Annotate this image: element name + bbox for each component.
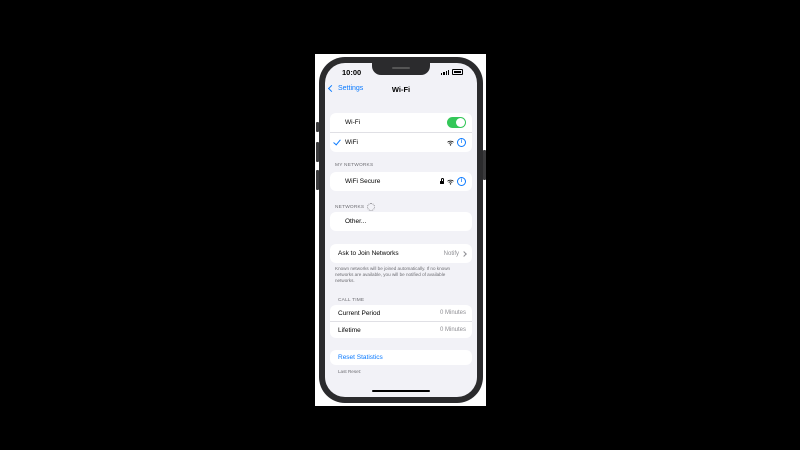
lifetime-label: Lifetime <box>338 326 361 334</box>
call-time-header: CALL TIME <box>338 298 364 303</box>
ask-to-join-label: Ask to Join Networks <box>338 250 399 257</box>
networks-header: NETWORKS <box>335 203 376 211</box>
ask-to-join-row[interactable]: Ask to Join Networks Notify <box>330 244 472 263</box>
lock-icon <box>440 178 445 184</box>
reset-group: Reset Statistics <box>330 350 472 365</box>
other-network-label: Other... <box>345 218 367 225</box>
loading-spinner-icon <box>367 203 376 211</box>
notch <box>372 63 430 75</box>
call-time-header-text: CALL TIME <box>338 298 365 303</box>
networks-header-text: NETWORKS <box>335 204 365 210</box>
power-button <box>483 150 486 180</box>
current-period-value: 0 Minutes <box>439 310 466 316</box>
battery-icon <box>452 69 463 75</box>
lifetime-value: 0 Minutes <box>439 327 466 333</box>
silent-switch <box>316 122 319 132</box>
speaker <box>392 67 410 69</box>
wifi-toggle-row: Wi-Fi <box>330 113 472 132</box>
info-icon[interactable]: i <box>457 177 466 186</box>
volume-up-button <box>316 142 319 162</box>
home-indicator[interactable] <box>372 390 430 392</box>
current-period-label: Current Period <box>338 309 381 317</box>
last-reset-label: Last Reset: <box>338 369 362 374</box>
ask-to-join-group: Ask to Join Networks Notify <box>330 244 472 263</box>
cellular-signal-icon <box>441 69 449 75</box>
ask-to-join-value: Notify <box>443 250 459 257</box>
checkmark-icon <box>333 137 341 146</box>
connected-network-row[interactable]: WiFi i <box>330 132 472 152</box>
network-row[interactable]: WiFi Secure i <box>330 172 472 191</box>
chevron-right-icon <box>461 250 467 257</box>
reset-statistics-button[interactable]: Reset Statistics <box>338 354 383 361</box>
my-networks-group: WiFi Secure i <box>330 172 472 191</box>
status-icons <box>441 69 463 75</box>
wifi-toggle-label: Wi-Fi <box>345 119 361 126</box>
call-time-group: Current Period 0 Minutes Lifetime 0 Minu… <box>330 305 472 338</box>
volume-down-button <box>316 170 319 190</box>
wifi-group: Wi-Fi WiFi i <box>330 113 472 152</box>
wifi-signal-icon <box>447 179 454 185</box>
network-name: WiFi Secure <box>345 178 381 185</box>
phone-screen: 10:00 Settings Wi-Fi Wi-Fi WiFi i MY NET… <box>325 63 477 397</box>
call-time-row-lifetime: Lifetime 0 Minutes <box>330 321 472 338</box>
reset-statistics-row[interactable]: Reset Statistics <box>330 350 472 365</box>
info-icon[interactable]: i <box>457 138 466 147</box>
connected-network-name: WiFi <box>345 139 358 146</box>
status-time: 10:00 <box>342 68 362 77</box>
ask-to-join-footnote: Known networks will be joined automatica… <box>335 266 451 283</box>
page-title: Wi-Fi <box>391 85 411 94</box>
my-networks-header-text: MY NETWORKS <box>335 163 374 168</box>
wifi-signal-icon <box>447 140 454 146</box>
wifi-toggle[interactable] <box>447 117 466 128</box>
call-time-row-current: Current Period 0 Minutes <box>330 305 472 321</box>
my-networks-header: MY NETWORKS <box>335 163 373 168</box>
other-network-row[interactable]: Other... <box>330 212 472 231</box>
networks-group: Other... <box>330 212 472 231</box>
